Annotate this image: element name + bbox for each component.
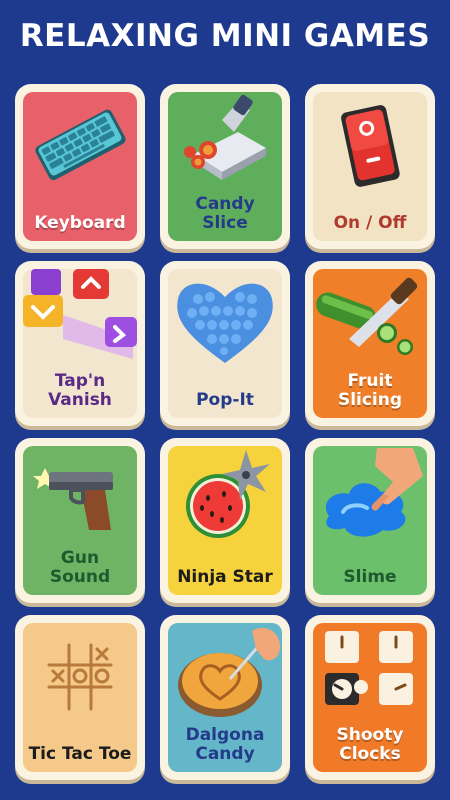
- game-tile: Tic Tac Toe: [23, 623, 137, 772]
- cucumber-knife-icon: [316, 277, 418, 355]
- game-card-slime[interactable]: Slime: [305, 438, 435, 603]
- heart-pop-it-icon: [177, 283, 273, 363]
- tic-tac-toe-icon: [47, 643, 113, 711]
- game-label: Keyboard: [34, 213, 126, 233]
- game-card-pop-it[interactable]: Pop-It: [160, 261, 290, 426]
- dalgona-heart-icon: [178, 627, 280, 717]
- game-card-dalgona-candy[interactable]: Dalgona Candy: [160, 615, 290, 780]
- game-card-fruit-slicing[interactable]: Fruit Slicing: [305, 261, 435, 426]
- clocks-icon: [325, 631, 413, 705]
- arrow-blocks-icon: [23, 269, 137, 359]
- knife-slicing-candy-icon: [184, 94, 266, 180]
- game-label: Candy Slice: [195, 194, 255, 233]
- game-label: Shooty Clocks: [336, 725, 404, 764]
- game-label: Tap'n Vanish: [48, 371, 112, 410]
- game-label: Pop-It: [196, 390, 254, 410]
- game-tile: Slime: [313, 446, 427, 595]
- game-tile: Shooty Clocks: [313, 623, 427, 772]
- game-tile: On / Off: [313, 92, 427, 241]
- game-card-ninja-star[interactable]: Ninja Star: [160, 438, 290, 603]
- page-title: RELAXING MINI GAMES: [19, 18, 431, 54]
- power-switch-icon: [341, 105, 400, 187]
- slime-hand-icon: [325, 448, 423, 537]
- game-label: Tic Tac Toe: [28, 744, 132, 764]
- pistol-icon: [33, 468, 113, 530]
- game-label: On / Off: [333, 213, 407, 233]
- game-label: Fruit Slicing: [337, 371, 403, 410]
- game-label: Ninja Star: [177, 567, 273, 587]
- game-card-tapn-vanish[interactable]: Tap'n Vanish: [15, 261, 145, 426]
- game-card-shooty-clocks[interactable]: Shooty Clocks: [305, 615, 435, 780]
- game-tile: Dalgona Candy: [168, 623, 282, 772]
- game-tile: Gun Sound: [23, 446, 137, 595]
- game-card-gun-sound[interactable]: Gun Sound: [15, 438, 145, 603]
- game-card-candy-slice[interactable]: Candy Slice: [160, 84, 290, 249]
- game-tile: Keyboard: [23, 92, 137, 241]
- game-tile: Fruit Slicing: [313, 269, 427, 418]
- game-tile: Pop-It: [168, 269, 282, 418]
- game-label: Dalgona Candy: [185, 725, 265, 764]
- game-tile: Tap'n Vanish: [23, 269, 137, 418]
- game-card-on-off[interactable]: On / Off: [305, 84, 435, 249]
- keyboard-icon: [35, 109, 126, 181]
- game-card-keyboard[interactable]: Keyboard: [15, 84, 145, 249]
- games-grid: Keyboard Candy Slice On / Off Tap'n Vani…: [15, 84, 436, 780]
- game-tile: Candy Slice: [168, 92, 282, 241]
- game-label: Slime: [343, 567, 397, 587]
- game-label: Gun Sound: [49, 548, 111, 587]
- game-card-tic-tac-toe[interactable]: Tic Tac Toe: [15, 615, 145, 780]
- game-tile: Ninja Star: [168, 446, 282, 595]
- watermelon-shuriken-icon: [186, 450, 270, 538]
